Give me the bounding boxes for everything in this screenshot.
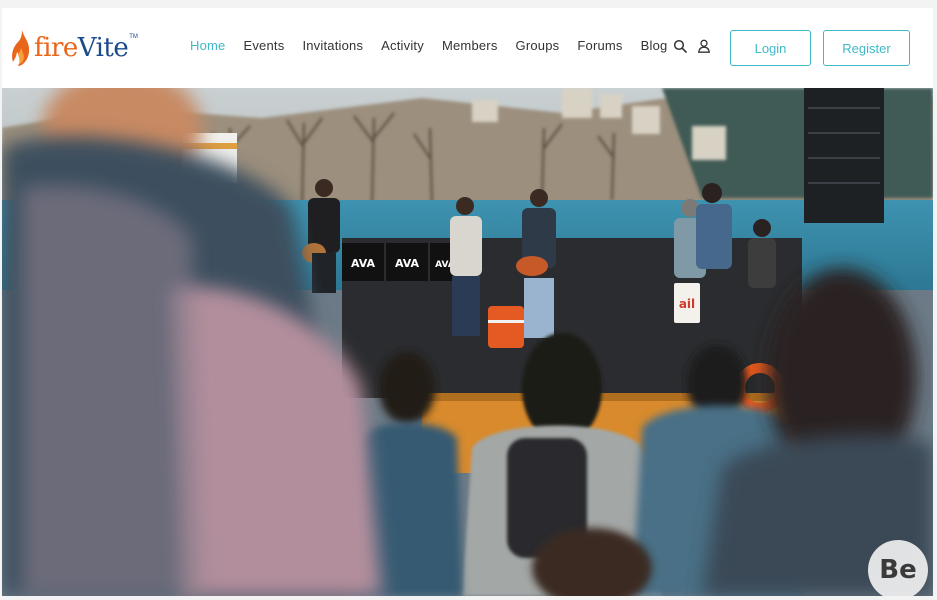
brand-name-vite: Vite — [77, 33, 129, 63]
flame-icon — [12, 30, 30, 66]
main-nav: Home Events Invitations Activity Members… — [190, 38, 685, 53]
hero-image: AVA AVA AVA ail — [2, 88, 933, 596]
stage-sign-small: ail — [679, 297, 695, 311]
nav-home[interactable]: Home — [190, 38, 225, 53]
top-navbar: fireVite TM Home Events Invitations Acti… — [2, 8, 933, 88]
brand-logo[interactable]: fireVite TM — [10, 28, 138, 68]
nav-blog[interactable]: Blog — [641, 38, 668, 53]
user-icon[interactable] — [697, 39, 711, 53]
nav-members[interactable]: Members — [442, 38, 498, 53]
brand-name-fire: fire — [34, 33, 78, 63]
page-frame: fireVite TM Home Events Invitations Acti… — [2, 8, 933, 596]
register-button[interactable]: Register — [823, 30, 910, 66]
nav-forums[interactable]: Forums — [577, 38, 622, 53]
stage-sign-2: AVA — [395, 257, 420, 270]
nav-events[interactable]: Events — [243, 38, 284, 53]
nav-icon-group — [673, 39, 711, 53]
login-button[interactable]: Login — [730, 30, 811, 66]
concert-scene: AVA AVA AVA ail — [2, 88, 933, 596]
nav-activity[interactable]: Activity — [381, 38, 424, 53]
nav-groups[interactable]: Groups — [516, 38, 560, 53]
watermark-badge: Be — [868, 540, 928, 596]
brand-name: fireVite — [34, 33, 129, 63]
nav-invitations[interactable]: Invitations — [302, 38, 363, 53]
search-icon[interactable] — [673, 39, 687, 53]
trademark-mark: TM — [129, 34, 138, 40]
stage-sign-1: AVA — [351, 257, 376, 270]
